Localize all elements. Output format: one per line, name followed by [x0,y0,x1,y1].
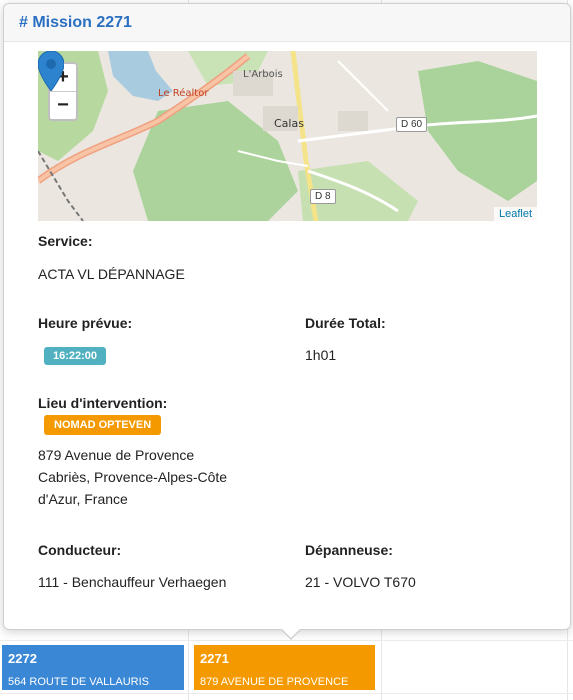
popover-header: # Mission 2271 [4,4,570,42]
mission-popover: # Mission 2271 + − L'Arbois Le Réaltor C… [3,3,571,640]
heure-prevue-badge: 16:22:00 [44,347,107,365]
intervention-address: 879 Avenue de Provence Cabriès, Provence… [38,444,227,510]
event-2271[interactable]: 2271 879 AVENUE DE PROVENCE [194,645,375,690]
event-address: 879 AVENUE DE PROVENCE [200,676,349,688]
address-line-1: 879 Avenue de Provence [38,447,195,463]
road-shield-d60: D 60 [396,117,428,132]
conducteur-value: 111 - Benchauffeur Verhaegen [38,574,227,590]
map-label-arbois: L'Arbois [243,69,283,80]
zoom-out-button[interactable]: − [50,92,76,119]
event-number: 2271 [200,651,229,666]
depanneuse-label: Dépanneuse: [305,542,393,558]
map-label-calas: Calas [274,117,304,130]
event-2272[interactable]: 2272 564 ROUTE DE VALLAURIS [2,645,184,690]
event-address: 564 ROUTE DE VALLAURIS [8,676,150,688]
map-marker-icon[interactable] [38,51,64,91]
leaflet-attribution-link[interactable]: Leaflet [493,207,537,221]
map-label-realtor: Le Réaltor [158,88,209,99]
duree-total-value: 1h01 [305,347,337,363]
popover-title: # Mission 2271 [19,13,132,31]
depanneuse-value: 21 - VOLVO T670 [305,574,416,590]
popover-arrow [280,628,302,640]
nomad-opteven-badge: NOMAD OPTEVEN [44,415,162,435]
map-tiles [38,51,537,221]
duree-total-label: Durée Total: [305,315,386,331]
event-number: 2272 [8,651,37,666]
road-shield-d8: D 8 [310,189,336,204]
service-label: Service: [38,233,93,249]
service-value: ACTA VL DÉPANNAGE [38,266,185,282]
address-line-3: d'Azur, France [38,491,128,507]
conducteur-label: Conducteur: [38,542,122,558]
heure-prevue-label: Heure prévue: [38,315,133,331]
address-line-2: Cabriès, Provence-Alpes-Côte [38,469,228,485]
map[interactable]: + − L'Arbois Le Réaltor Calas D 60 D 8 L… [38,51,537,221]
lieu-intervention-label: Lieu d'intervention: [38,395,168,411]
